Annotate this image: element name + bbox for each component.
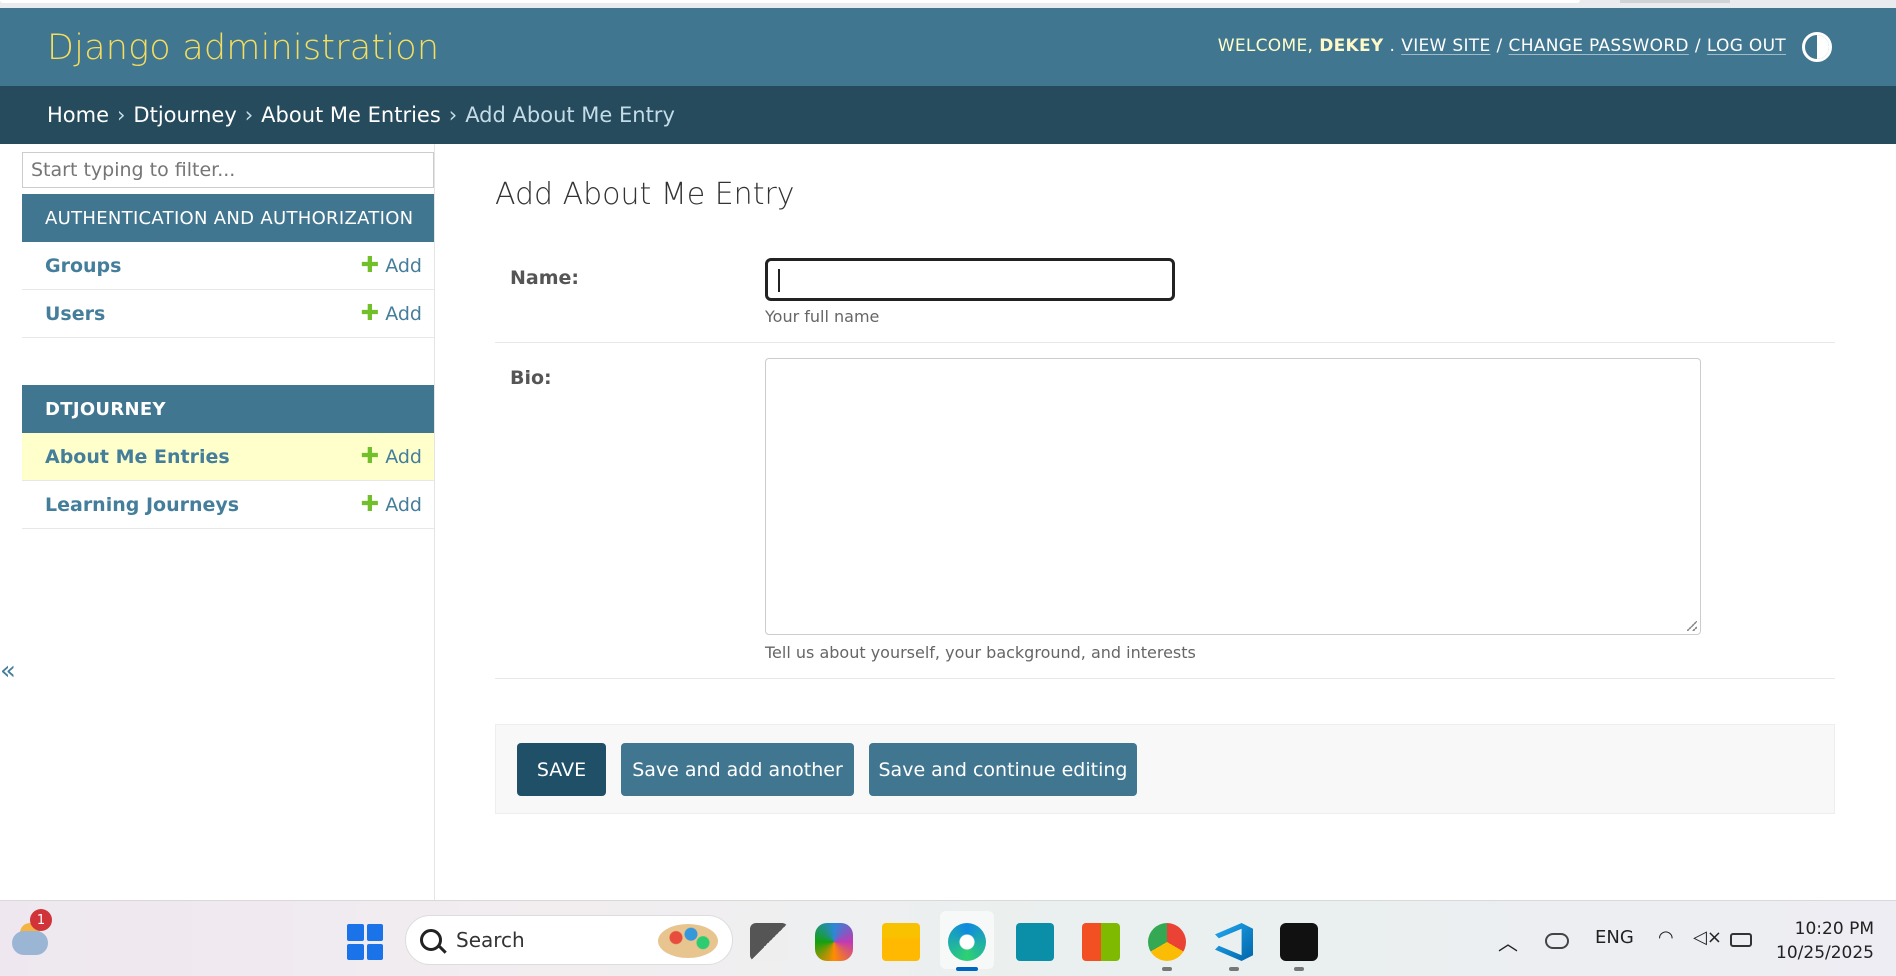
site-branding[interactable]: Django administration [47,28,439,68]
copilot-icon[interactable] [815,923,853,961]
module-auth: Authentication and Authorization Groups … [22,194,434,338]
windows-start-icon[interactable] [347,924,383,960]
breadcrumb-separator: › [117,103,126,127]
model-link-learning-journeys[interactable]: Learning Journeys [45,494,239,516]
add-label: Add [385,493,422,516]
start-tile [347,943,364,960]
system-clock[interactable]: 10:20 PM 10/25/2025 [1776,917,1874,965]
name-label: Name: [510,267,580,289]
separator: / [1694,36,1701,56]
nav-filter-input[interactable] [22,152,434,188]
theme-toggle-half [1817,35,1829,59]
microsoft-store-icon[interactable] [1082,923,1120,961]
username: dekey [1319,36,1384,56]
notification-badge: 1 [30,909,52,931]
onedrive-cloud-icon[interactable] [1545,933,1569,949]
nav-sidebar: Authentication and Authorization Groups … [0,144,435,900]
separator: / [1496,36,1503,56]
edge-browser-icon[interactable] [948,923,986,961]
user-tools: Welcome, dekey. View site / Change passw… [1218,36,1786,56]
name-help-text: Your full name [765,307,880,326]
add-learning-journeys-link[interactable]: ✚ Add [360,491,422,517]
start-tile [366,943,383,960]
palette-icon [658,924,718,958]
breadcrumb-home[interactable]: Home [47,103,109,127]
cloud-shape [12,931,48,955]
save-and-add-another-button[interactable]: Save and add another [621,743,854,796]
start-tile [347,924,364,941]
bio-label: Bio: [510,367,552,389]
bio-help-text: Tell us about yourself, your background,… [765,643,1196,662]
windows-taskbar: 1 Search ︿ ENG ◠ ◁× 10:20 PM 10/25/2025 [0,900,1896,976]
search-icon [420,929,442,951]
admin-header: Django administration Welcome, dekey. Vi… [0,8,1896,86]
model-link-groups[interactable]: Groups [45,255,121,277]
language-indicator[interactable]: ENG [1595,927,1634,948]
sidebar-item-learning-journeys: Learning Journeys ✚ Add [22,481,434,529]
plus-icon: ✚ [360,443,380,469]
vscode-icon[interactable] [1215,923,1253,961]
add-users-link[interactable]: ✚ Add [360,300,422,326]
alexa-icon[interactable] [1016,923,1054,961]
plus-icon: ✚ [360,300,380,326]
add-groups-link[interactable]: ✚ Add [360,252,422,278]
toggle-nav-sidebar-button[interactable]: « [0,656,16,686]
running-indicator [1229,967,1239,971]
save-and-continue-button[interactable]: Save and continue editing [869,743,1137,796]
clock-date: 10/25/2025 [1776,943,1874,963]
model-link-about-me-entries[interactable]: About Me Entries [45,446,230,468]
change-password-link[interactable]: Change password [1509,36,1689,56]
browser-tab-edge [0,0,1580,3]
browser-tab-edge-2 [1620,0,1730,3]
plus-icon: ✚ [360,491,380,517]
resize-handle-icon[interactable] [1687,621,1697,631]
submit-row: Save Save and add another Save and conti… [495,724,1835,814]
breadcrumb-model[interactable]: About Me Entries [261,103,441,127]
bio-textarea[interactable] [765,358,1701,635]
page-title: Add About Me Entry [495,177,795,212]
plus-icon: ✚ [360,252,380,278]
module-caption[interactable]: Dtjourney [22,385,434,433]
volume-muted-icon[interactable]: ◁× [1693,927,1722,948]
add-label: Add [385,254,422,277]
breadcrumb: Home › Dtjourney › About Me Entries › Ad… [0,86,1896,144]
text-caret [778,269,780,292]
breadcrumb-app[interactable]: Dtjourney [133,103,236,127]
add-about-me-link[interactable]: ✚ Add [360,443,422,469]
breadcrumb-separator: › [244,103,254,127]
browser-top-strip [0,0,1896,8]
taskbar-search-box[interactable]: Search [405,915,733,965]
dot: . [1389,36,1396,56]
name-field[interactable] [765,258,1175,301]
view-site-link[interactable]: View site [1401,36,1490,56]
log-out-link[interactable]: Log out [1707,36,1786,56]
wifi-icon[interactable]: ◠ [1658,927,1674,948]
breadcrumb-separator: › [448,103,458,127]
module-dtjourney: Dtjourney About Me Entries ✚ Add Learning… [22,385,434,529]
sidebar-item-users: Users ✚ Add [22,290,434,338]
file-explorer-icon[interactable] [882,923,920,961]
chrome-icon[interactable] [1148,923,1186,961]
model-link-users[interactable]: Users [45,303,105,325]
running-indicator [1294,967,1304,971]
theme-toggle-icon[interactable] [1802,32,1832,62]
search-label: Search [456,928,525,952]
running-indicator [1162,967,1172,971]
terminal-app-icon[interactable] [1280,923,1318,961]
breadcrumb-current: Add About Me Entry [465,103,675,127]
clock-time: 10:20 PM [1794,919,1874,939]
chevron-up-icon[interactable]: ︿ [1498,927,1518,956]
browser-viewport: Django administration Welcome, dekey. Vi… [0,0,1896,976]
sidebar-item-groups: Groups ✚ Add [22,242,434,290]
add-label: Add [385,302,422,325]
running-indicator [956,967,978,971]
add-label: Add [385,445,422,468]
sidebar-item-about-me-entries: About Me Entries ✚ Add [22,433,434,481]
task-view-icon[interactable] [750,923,788,961]
welcome-text: Welcome, [1217,36,1314,56]
battery-icon[interactable] [1730,933,1752,947]
save-button[interactable]: Save [517,743,606,796]
module-caption[interactable]: Authentication and Authorization [22,194,434,242]
start-tile [366,924,383,941]
